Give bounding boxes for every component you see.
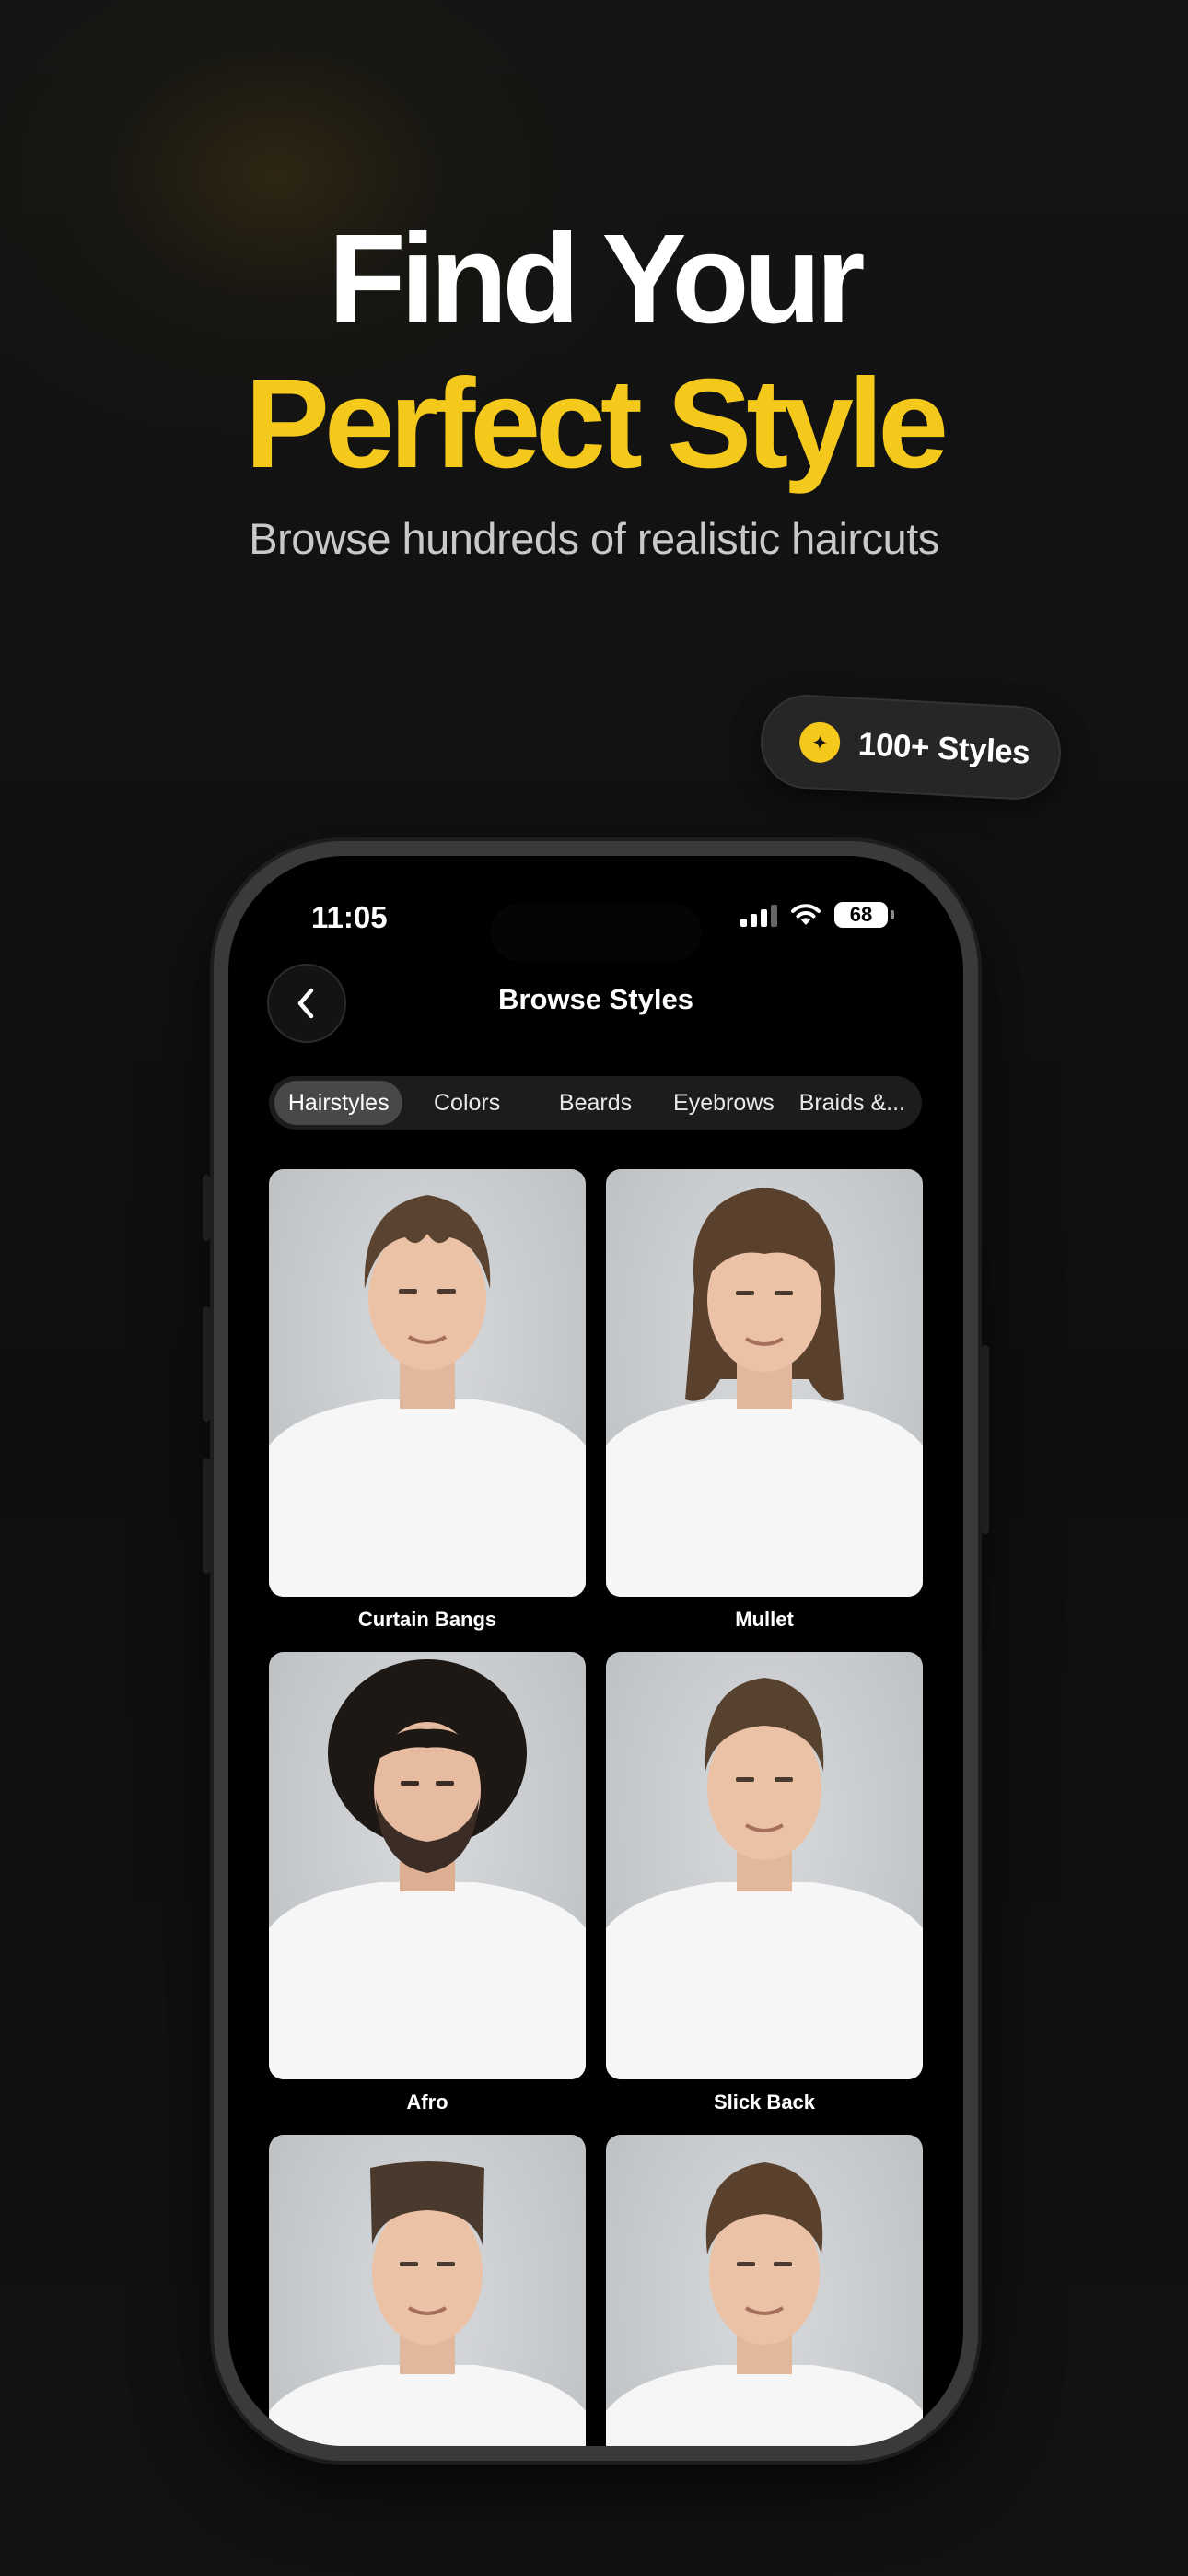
phone-screen: 11:05 68 Browse Styles Hairstyles Colors… (228, 856, 963, 2446)
badge-label: 100+ Styles (857, 726, 1031, 771)
hero-title-line1: Find Your (328, 208, 865, 350)
tab-eyebrows[interactable]: Eyebrows (659, 1081, 787, 1125)
hero-title-line2: Perfect Style (244, 353, 949, 495)
phone-action-button (203, 1175, 210, 1241)
phone-volume-down (203, 1458, 210, 1574)
style-card-afro[interactable]: Afro (269, 1652, 586, 2113)
phone-volume-up (203, 1306, 210, 1422)
style-photo (606, 2135, 923, 2446)
battery-indicator: 68 (834, 902, 894, 928)
style-card-flat-top[interactable] (269, 2135, 586, 2446)
dynamic-island (490, 904, 702, 961)
style-label: Curtain Bangs (357, 1608, 497, 1631)
tab-braids[interactable]: Braids &... (788, 1081, 916, 1125)
style-photo (269, 1169, 586, 1597)
sparkle-icon (798, 720, 842, 764)
tab-beards[interactable]: Beards (531, 1081, 659, 1125)
phone-power-button (982, 1345, 989, 1534)
page-title: Browse Styles (498, 983, 693, 1015)
status-icons: 68 (740, 902, 894, 928)
style-card-textured-quiff[interactable] (606, 2135, 923, 2446)
style-card-slick-back[interactable]: Slick Back (606, 1652, 923, 2113)
cellular-signal-icon (740, 903, 777, 927)
style-label: Afro (406, 2090, 448, 2113)
style-photo (269, 1652, 586, 2079)
style-photo (269, 2135, 586, 2446)
wifi-icon (791, 904, 821, 925)
style-card-curtain-bangs[interactable]: Curtain Bangs (269, 1169, 586, 1631)
tab-colors[interactable]: Colors (402, 1081, 530, 1125)
style-photo (606, 1652, 923, 2079)
style-card-mullet[interactable]: Mullet (606, 1169, 923, 1631)
style-label: Slick Back (713, 2090, 816, 2113)
style-photo (606, 1169, 923, 1597)
styles-count-badge: 100+ Styles (758, 692, 1064, 802)
status-time: 11:05 (311, 900, 388, 934)
hero-subtitle: Browse hundreds of realistic haircuts (249, 514, 939, 563)
tab-hairstyles[interactable]: Hairstyles (274, 1081, 403, 1125)
category-tabs: Hairstyles Colors Beards Eyebrows Braids… (269, 1076, 922, 1130)
style-label: Mullet (735, 1608, 794, 1631)
